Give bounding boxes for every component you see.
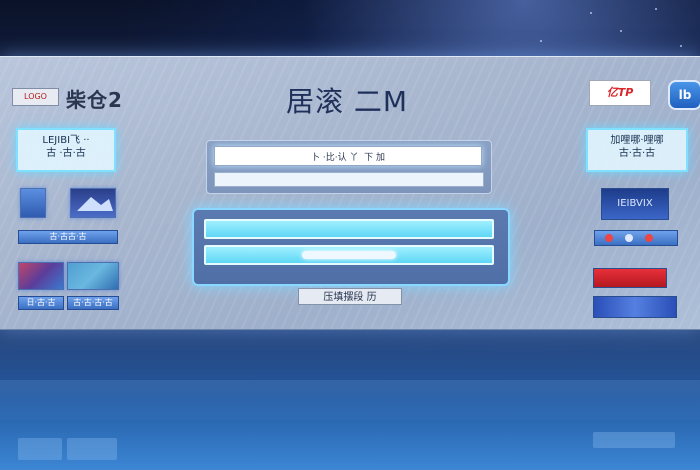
left-chip-2[interactable]: 日·古·古: [18, 296, 64, 310]
left-chip-1[interactable]: 古·古古·古: [18, 230, 118, 244]
reflection-ghost: [18, 438, 62, 460]
mountain-thumbnail[interactable]: [70, 188, 116, 218]
right-label-line1: 加哩哪·哩哪: [610, 135, 664, 146]
dot-icon: [625, 234, 633, 242]
reflection-ghost: [593, 432, 675, 448]
brand-badge[interactable]: 亿TP: [589, 80, 651, 106]
logo-text: 柴仓2: [66, 88, 123, 112]
character-thumbnail[interactable]: [18, 262, 64, 290]
left-glow-label[interactable]: LEJIBI飞 ·· 古 ·古·古: [16, 128, 116, 172]
progress-indicator: [302, 251, 396, 259]
submit-button[interactable]: 压填摆段 历: [298, 288, 402, 305]
left-label-line1: LEJIBI飞 ··: [42, 135, 90, 146]
logo-box: LOGO: [12, 88, 59, 106]
search-input[interactable]: [214, 146, 482, 166]
floor-reflection-bar: [0, 380, 700, 420]
right-label-line2: 古·古·古: [618, 148, 656, 159]
left-chip-3[interactable]: 古·古·古·古: [67, 296, 119, 310]
right-banner-blue[interactable]: [593, 296, 677, 318]
right-banner-red[interactable]: [593, 268, 667, 288]
right-glow-label[interactable]: 加哩哪·哩哪 古·古·古: [586, 128, 688, 172]
search-sub-field[interactable]: [214, 172, 484, 187]
page-title: 居滚 二M: [286, 85, 409, 118]
dot-icon: [605, 234, 613, 242]
dot-icon: [645, 234, 653, 242]
right-icon-row[interactable]: [594, 230, 678, 246]
landscape-thumbnail[interactable]: [67, 262, 119, 290]
corner-app-button[interactable]: lb: [668, 80, 700, 110]
username-field[interactable]: [204, 219, 494, 239]
starfield: [0, 0, 700, 60]
mascot-thumbnail[interactable]: [20, 188, 46, 218]
left-label-line2: 古 ·古·古: [46, 148, 86, 159]
right-banner-top[interactable]: IEIBVIX: [601, 188, 669, 220]
mountain-icon: [77, 197, 113, 211]
reflection-ghost: [67, 438, 117, 460]
